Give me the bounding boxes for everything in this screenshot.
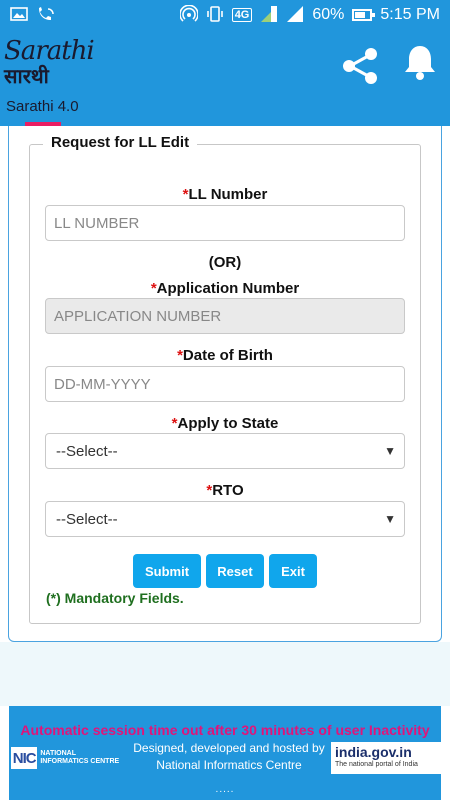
app-header: Sarathi सारथी Sarathi 4.0 <box>0 30 450 126</box>
footer: Automatic session time out after 30 minu… <box>9 706 441 800</box>
nic-logo-text: NATIONAL INFORMATICS CENTRE <box>40 750 120 765</box>
hotspot-icon <box>178 4 199 25</box>
dob-input[interactable] <box>45 366 405 402</box>
rto-select-value: --Select-- <box>56 510 118 528</box>
share-button[interactable] <box>338 44 382 88</box>
rto-label: *RTO <box>29 482 421 499</box>
dob-label: *Date of Birth <box>29 347 421 364</box>
application-number-input[interactable] <box>45 298 405 334</box>
reset-button[interactable]: Reset <box>206 554 264 588</box>
india-gov-title: india.gov.in <box>335 744 412 760</box>
state-label: *Apply to State <box>29 415 421 432</box>
session-timeout-notice: Automatic session time out after 30 minu… <box>20 722 430 738</box>
state-select-value: --Select-- <box>56 442 118 460</box>
signal-1-icon <box>260 5 278 25</box>
designed-by-line1: Designed, developed and hosted by <box>133 741 325 755</box>
battery-percent: 60% <box>312 6 345 23</box>
page-background <box>0 642 450 706</box>
mandatory-fields-note: (*) Mandatory Fields. <box>46 590 184 606</box>
nic-logo: NIC NATIONAL INFORMATICS CENTRE <box>11 744 121 772</box>
notification-button[interactable] <box>398 40 442 84</box>
share-icon <box>343 48 377 84</box>
ll-number-input[interactable] <box>45 205 405 241</box>
designed-by-line2: National Informatics Centre <box>156 758 302 772</box>
dropdown-arrow-icon: ▼ <box>384 444 396 458</box>
dob-label-text: Date of Birth <box>182 347 273 364</box>
bell-icon <box>405 46 435 80</box>
rto-label-text: RTO <box>212 482 244 499</box>
designed-by-text: Designed, developed and hosted by Nation… <box>119 740 339 774</box>
application-number-label-text: Application Number <box>156 280 300 297</box>
application-number-label: *Application Number <box>29 280 421 297</box>
nic-logo-mark: NIC <box>11 747 38 769</box>
status-bar: 4G 60% 5:15 PM <box>0 0 450 30</box>
or-separator: (OR) <box>208 254 242 271</box>
submit-button[interactable]: Submit <box>133 554 201 588</box>
sarathi-logo: Sarathi सारथी Sarathi 4.0 <box>0 30 95 126</box>
signal-2-icon <box>286 5 304 25</box>
vibrate-icon <box>206 5 224 25</box>
india-gov-logo[interactable]: india.gov.in The national portal of Indi… <box>331 742 441 774</box>
fieldset-legend: Request for LL Edit <box>43 134 198 151</box>
status-bar-left <box>10 6 56 24</box>
ll-number-label-text: LL Number <box>188 186 268 203</box>
battery-icon <box>352 9 376 21</box>
state-label-text: Apply to State <box>177 415 279 432</box>
footer-dots: ..... <box>215 784 235 795</box>
ll-number-label: *LL Number <box>29 186 421 203</box>
exit-button[interactable]: Exit <box>269 554 317 588</box>
state-select[interactable]: --Select-- ▼ <box>45 433 405 469</box>
wifi-call-icon <box>36 6 56 24</box>
logo-hindi-text: सारथी <box>4 66 49 88</box>
app-version: Sarathi 4.0 <box>6 98 79 115</box>
dropdown-arrow-icon: ▼ <box>384 512 396 526</box>
rto-select[interactable]: --Select-- ▼ <box>45 501 405 537</box>
india-gov-subtitle: The national portal of India <box>335 761 418 768</box>
status-bar-right: 4G 60% 5:15 PM <box>178 4 440 25</box>
network-type-badge: 4G <box>231 8 253 22</box>
clock: 5:15 PM <box>380 6 440 23</box>
image-notification-icon <box>10 7 28 23</box>
